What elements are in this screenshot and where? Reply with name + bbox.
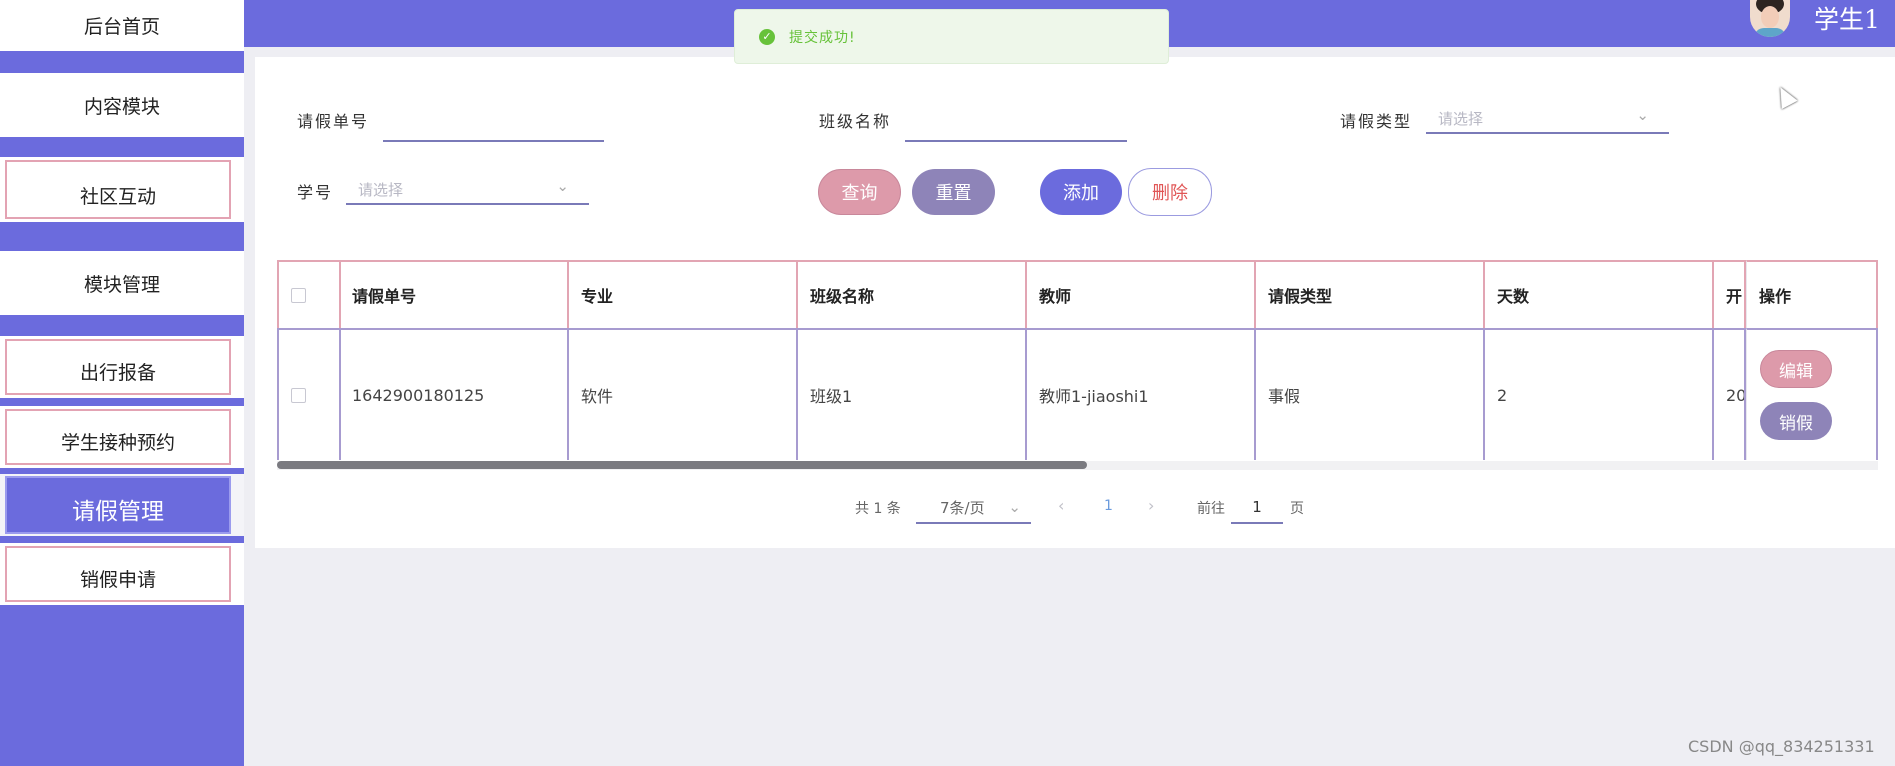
leave-type-select[interactable]: 请选择 ⌄ bbox=[1426, 104, 1669, 134]
student-no-placeholder: 请选择 bbox=[358, 180, 404, 199]
delete-button[interactable]: 删除 bbox=[1128, 168, 1212, 216]
student-no-select[interactable]: 请选择 ⌄ bbox=[346, 175, 589, 205]
sidebar-item-label: 学生接种预约 bbox=[60, 432, 175, 454]
class-name-input[interactable] bbox=[905, 112, 1127, 142]
sidebar-item-module-management[interactable]: 模块管理 bbox=[0, 251, 244, 315]
column-header: 请假类型 bbox=[1256, 260, 1485, 328]
chevron-down-icon: ⌄ bbox=[1636, 106, 1649, 124]
leave-table: 请假单号 专业 班级名称 教师 请假类型 天数 开 操作 16429001801… bbox=[277, 260, 1878, 460]
page-size-select[interactable]: 7条/页 ⌄ bbox=[916, 492, 1031, 524]
page-size-value: 7条/页 bbox=[940, 498, 985, 517]
table-cell: 软件 bbox=[569, 328, 798, 460]
column-header: 操作 bbox=[1746, 260, 1878, 328]
next-page-icon[interactable]: › bbox=[1148, 496, 1154, 515]
toast-message: 提交成功! bbox=[789, 29, 856, 46]
leave-type-label: 请假类型 bbox=[1340, 112, 1413, 131]
leave-no-input[interactable] bbox=[383, 112, 604, 142]
table-cell: 20 bbox=[1714, 328, 1746, 460]
chevron-down-icon: ⌄ bbox=[556, 177, 569, 195]
user-avatar[interactable] bbox=[1750, 0, 1790, 37]
query-button[interactable]: 查询 bbox=[818, 169, 901, 215]
prev-page-icon[interactable]: ‹ bbox=[1058, 496, 1064, 515]
username[interactable]: 学生1 bbox=[1814, 0, 1880, 36]
sidebar-item-community[interactable]: 社区互动 bbox=[0, 157, 244, 222]
column-header: 班级名称 bbox=[798, 260, 1027, 328]
chevron-down-icon: ⌄ bbox=[1008, 498, 1021, 516]
sidebar-item-label: 社区互动 bbox=[79, 186, 156, 208]
add-button[interactable]: 添加 bbox=[1040, 169, 1122, 215]
column-header: 开 bbox=[1714, 260, 1746, 328]
sidebar-item-label: 内容模块 bbox=[83, 95, 160, 118]
edit-button[interactable]: 编辑 bbox=[1760, 350, 1832, 388]
sidebar-item-travel-report[interactable]: 出行报备 bbox=[0, 336, 244, 398]
page-unit: 页 bbox=[1290, 501, 1304, 517]
leave-type-placeholder: 请选择 bbox=[1438, 109, 1484, 128]
column-header: 教师 bbox=[1027, 260, 1256, 328]
sidebar-item-content-module[interactable]: 内容模块 bbox=[0, 73, 244, 137]
goto-label: 前往 bbox=[1197, 501, 1225, 517]
student-no-label: 学号 bbox=[297, 183, 334, 202]
table-row-checkbox-cell[interactable] bbox=[277, 328, 341, 460]
class-name-label: 班级名称 bbox=[819, 112, 892, 131]
table-cell: 教师1-jiaoshi1 bbox=[1027, 328, 1256, 460]
pagination-total: 共 1 条 bbox=[855, 501, 901, 517]
page-number[interactable]: 1 bbox=[1104, 498, 1113, 514]
column-header: 专业 bbox=[569, 260, 798, 328]
sidebar-item-label: 模块管理 bbox=[83, 273, 160, 296]
success-toast: ✓ 提交成功! bbox=[734, 9, 1169, 64]
sidebar-item-label: 请假管理 bbox=[72, 499, 164, 525]
column-header: 天数 bbox=[1485, 260, 1714, 328]
table-cell: 1642900180125 bbox=[340, 328, 569, 460]
sidebar-item-home[interactable]: 后台首页 bbox=[0, 0, 244, 51]
row-checkbox[interactable] bbox=[291, 387, 306, 403]
sidebar-item-label: 后台首页 bbox=[83, 16, 160, 38]
sidebar-item-leave-management[interactable]: 请假管理 bbox=[0, 474, 244, 536]
goto-page-input[interactable]: 1 bbox=[1231, 492, 1283, 524]
select-all-checkbox[interactable] bbox=[291, 287, 306, 303]
table-cell: 班级1 bbox=[798, 328, 1027, 460]
header-select-all[interactable] bbox=[277, 260, 341, 328]
horizontal-scrollbar-thumb[interactable] bbox=[277, 461, 1087, 469]
check-circle-icon: ✓ bbox=[759, 28, 775, 45]
cancel-leave-button[interactable]: 销假 bbox=[1760, 402, 1832, 440]
reset-button[interactable]: 重置 bbox=[912, 169, 995, 215]
column-header: 请假单号 bbox=[340, 260, 569, 328]
sidebar-item-vaccination[interactable]: 学生接种预约 bbox=[0, 406, 244, 468]
watermark: CSDN @qq_834251331 bbox=[1688, 737, 1875, 756]
sidebar-item-leave-cancel-request[interactable]: 销假申请 bbox=[0, 543, 244, 605]
leave-no-label: 请假单号 bbox=[297, 112, 370, 131]
table-cell: 事假 bbox=[1256, 328, 1485, 460]
sidebar-item-label: 出行报备 bbox=[79, 362, 156, 384]
sidebar: 后台首页 内容模块 社区互动 模块管理 出行报备 学生接种预约 请假管理 销假申… bbox=[0, 0, 244, 766]
table-cell: 2 bbox=[1485, 328, 1714, 460]
operation-cell bbox=[1746, 328, 1878, 460]
sidebar-item-label: 销假申请 bbox=[79, 569, 156, 591]
